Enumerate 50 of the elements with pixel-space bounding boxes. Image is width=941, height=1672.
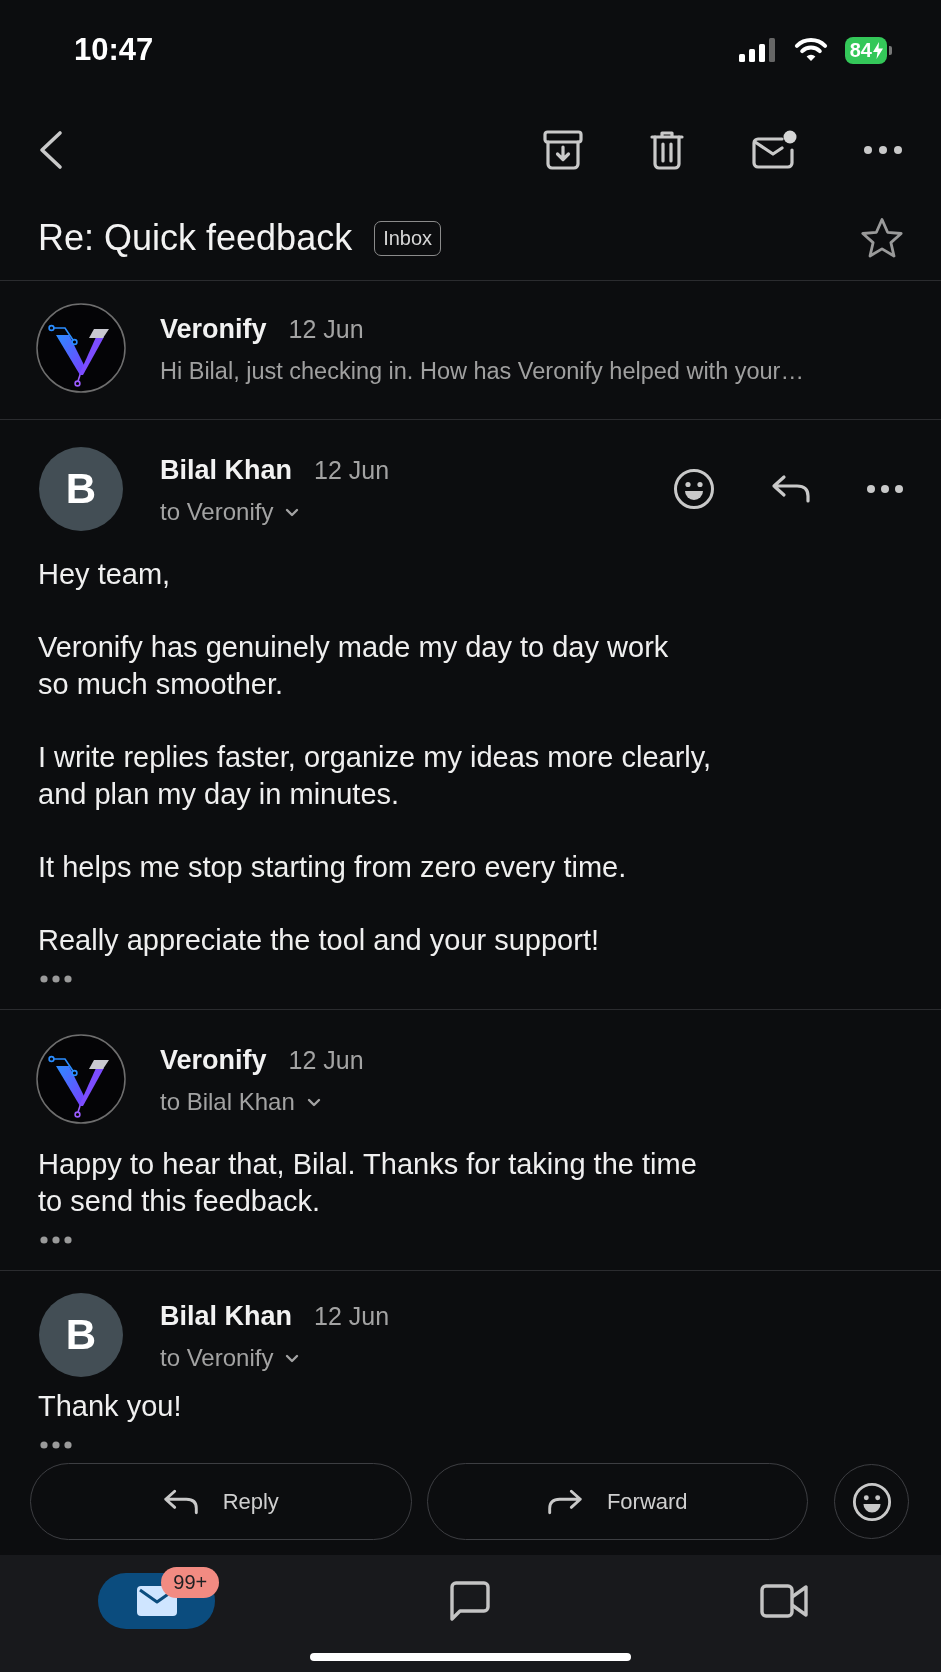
message-date: 12 Jun [314, 455, 390, 486]
reply-icon[interactable] [162, 1487, 199, 1516]
sender-name: Veronify [160, 313, 267, 346]
sender-avatar: B [39, 447, 123, 531]
message-paragraph: Hey team, [38, 557, 172, 592]
v-logo-icon [36, 1034, 126, 1124]
unread-count-badge: 99+ [161, 1567, 220, 1598]
recipient-toggle[interactable]: to Veronify [160, 1341, 300, 1375]
chevron-down-icon[interactable] [306, 1097, 321, 1107]
sender-avatar: B [39, 1293, 123, 1377]
archive-icon[interactable] [543, 130, 583, 170]
chevron-down-icon[interactable] [285, 507, 300, 517]
sender-name: Veronify [160, 1044, 267, 1077]
ellipsis-icon[interactable] [40, 1236, 72, 1244]
chat-tab[interactable] [449, 1580, 492, 1622]
ellipsis-icon[interactable] [40, 1441, 72, 1449]
message-paragraph: I write replies faster, organize my ideas more clearly, and plan my day in minutes. [38, 740, 713, 812]
smile-icon[interactable] [851, 1481, 892, 1522]
chevron-down-icon[interactable] [285, 1353, 300, 1363]
message-preview: Hi Bilal, just checking in. How has Veronify helped with your… [160, 357, 804, 386]
sender-name: Bilal Khan [160, 1300, 293, 1333]
message-paragraph: Happy to hear that, Bilal. Thanks for taking the time to send this feedback. [38, 1147, 698, 1219]
battery-percentage: 84 [849, 37, 872, 63]
status-time: 10:47 [74, 32, 154, 68]
message-paragraph: Really appreciate the tool and your support! [38, 923, 600, 958]
ellipsis-icon[interactable] [40, 975, 72, 983]
star-icon[interactable] [860, 217, 904, 259]
signal-icon [738, 38, 777, 62]
forward-icon[interactable] [546, 1487, 583, 1516]
sender-name: Bilal Khan [160, 454, 293, 487]
email-subject: Re: Quick feedback [38, 217, 353, 259]
more-icon[interactable] [864, 146, 902, 154]
trash-icon[interactable] [650, 130, 684, 170]
video-call-tab[interactable] [760, 1583, 809, 1619]
inbox-label: Inbox [374, 220, 442, 256]
message-date: 12 Jun [288, 1045, 364, 1076]
message-date: 12 Jun [314, 1301, 390, 1332]
more-icon[interactable] [867, 485, 903, 493]
message-date: 12 Jun [288, 314, 364, 345]
smile-icon[interactable] [673, 468, 715, 510]
message-paragraph: Thank you! [38, 1389, 183, 1424]
message-paragraph: Veronify has genuinely made my day to day work so much smoother. [38, 630, 670, 702]
recipient-toggle[interactable]: to Bilal Khan [160, 1085, 321, 1119]
wifi-icon [793, 38, 828, 62]
back-icon[interactable] [38, 130, 64, 170]
v-logo-icon [36, 303, 126, 393]
envelope-dot-icon[interactable] [751, 130, 797, 170]
reply-icon[interactable] [771, 474, 811, 504]
recipient-toggle[interactable]: to Veronify [160, 495, 300, 529]
message-paragraph: It helps me stop starting from zero every time. [38, 850, 628, 885]
